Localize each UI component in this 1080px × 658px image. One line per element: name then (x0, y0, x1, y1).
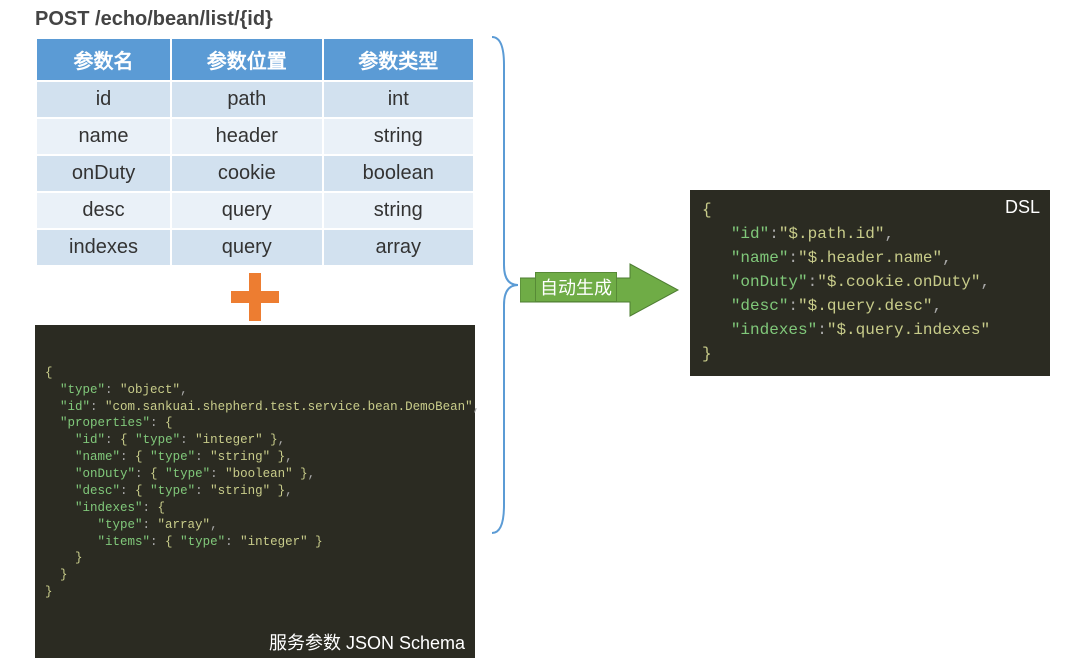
cell-type: array (323, 229, 474, 266)
table-row: descquerystring (36, 192, 474, 229)
cell-pos: cookie (171, 155, 322, 192)
table-row: nameheaderstring (36, 118, 474, 155)
cell-type: boolean (323, 155, 474, 192)
dsl-code-box: DSL { "id":"$.path.id", "name":"$.header… (690, 190, 1050, 376)
cell-name: id (36, 81, 171, 118)
cell-pos: query (171, 192, 322, 229)
cell-name: onDuty (36, 155, 171, 192)
table-row: onDutycookieboolean (36, 155, 474, 192)
table-row: indexesqueryarray (36, 229, 474, 266)
api-endpoint-title: POST /echo/bean/list/{id} (35, 8, 475, 31)
cell-type: int (323, 81, 474, 118)
arrow-label: 自动生成 (535, 272, 617, 302)
cell-type: string (323, 192, 474, 229)
json-schema-code-box: { "type": "object", "id": "com.sankuai.s… (35, 325, 475, 658)
cell-name: indexes (36, 229, 171, 266)
http-path: /echo/bean/list/{id} (95, 8, 273, 30)
col-header-position: 参数位置 (171, 38, 322, 81)
col-header-type: 参数类型 (323, 38, 474, 81)
left-column: POST /echo/bean/list/{id} 参数名 参数位置 参数类型 … (35, 8, 475, 658)
grouping-bracket-icon (490, 35, 520, 535)
json-schema-label: 服务参数 JSON Schema (269, 631, 465, 655)
table-header-row: 参数名 参数位置 参数类型 (36, 38, 474, 81)
cell-pos: header (171, 118, 322, 155)
dsl-label: DSL (1005, 194, 1040, 221)
cell-name: desc (36, 192, 171, 229)
cell-type: string (323, 118, 474, 155)
cell-pos: query (171, 229, 322, 266)
http-method: POST (35, 8, 89, 30)
auto-generate-arrow: 自动生成 (520, 260, 680, 320)
cell-name: name (36, 118, 171, 155)
table-row: idpathint (36, 81, 474, 118)
cell-pos: path (171, 81, 322, 118)
params-table: 参数名 参数位置 参数类型 idpathintnameheaderstringo… (35, 37, 475, 267)
col-header-name: 参数名 (36, 38, 171, 81)
plus-icon (231, 273, 279, 321)
